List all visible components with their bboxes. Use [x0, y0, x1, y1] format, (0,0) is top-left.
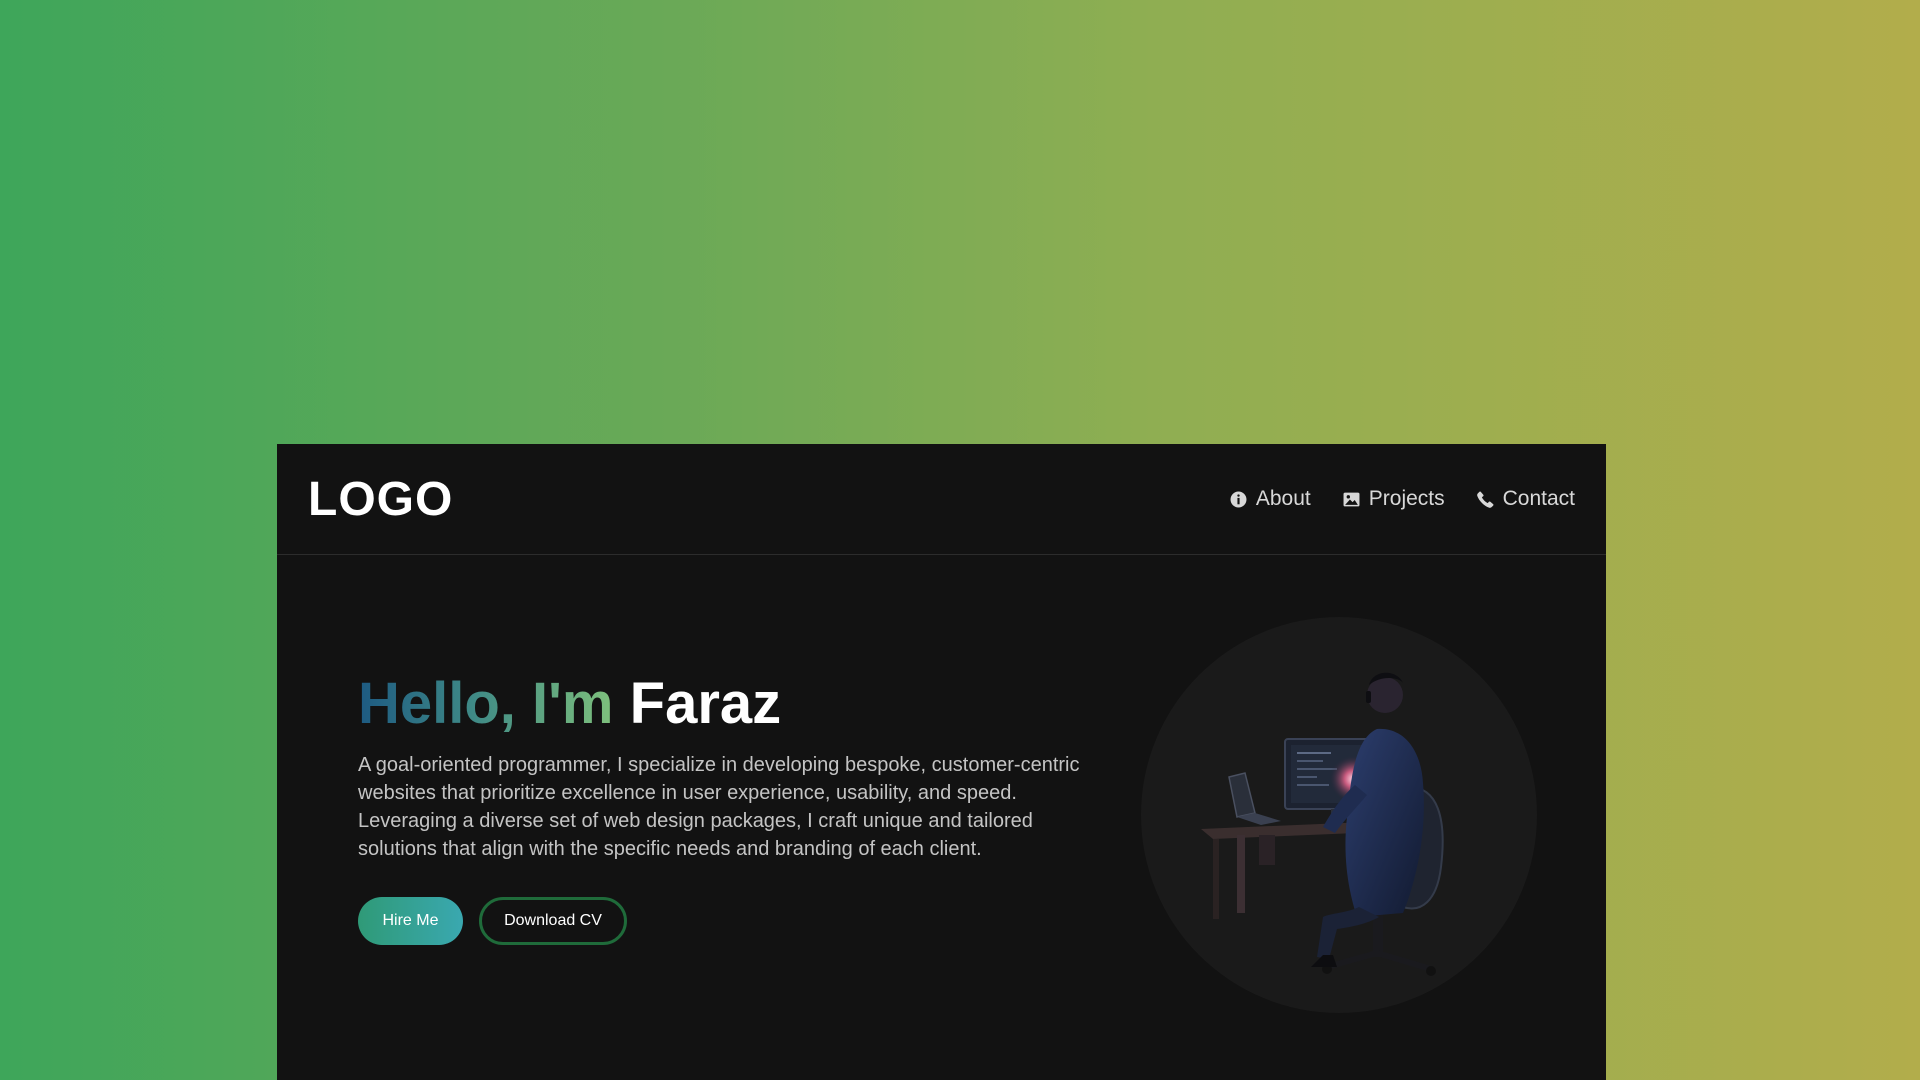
nav-item-about[interactable]: About — [1230, 487, 1311, 511]
hero-text: Hello, I'm Faraz A goal-oriented program… — [358, 675, 1118, 945]
nav-label-projects: Projects — [1368, 487, 1445, 510]
developer-at-desk-image — [1201, 672, 1444, 976]
hero-buttons: Hire Me Download CV — [358, 897, 1118, 945]
greeting-text: Hello, I'm — [358, 671, 614, 736]
image-icon — [1343, 490, 1361, 508]
logo[interactable]: LOGO — [308, 472, 453, 527]
hero-section: Hello, I'm Faraz A goal-oriented program… — [277, 555, 1606, 1080]
hero-headline: Hello, I'm Faraz — [358, 675, 1118, 733]
download-cv-button[interactable]: Download CV — [479, 897, 627, 945]
navbar: LOGO About Projects Contact — [277, 444, 1606, 555]
hire-me-button[interactable]: Hire Me — [358, 897, 463, 945]
nav-menu: About Projects Contact — [1230, 487, 1575, 511]
hero-description: A goal-oriented programmer, I specialize… — [358, 754, 1080, 860]
portfolio-window: LOGO About Projects Contact Hello, I'm F… — [277, 444, 1606, 1080]
nav-label-about: About — [1255, 487, 1311, 510]
nav-item-contact[interactable]: Contact — [1477, 487, 1575, 511]
nav-label-contact: Contact — [1502, 487, 1575, 510]
nav-item-projects[interactable]: Projects — [1343, 487, 1445, 511]
info-icon — [1230, 490, 1248, 508]
phone-icon — [1477, 490, 1495, 508]
hero-name: Faraz — [629, 671, 782, 736]
developer-illustration — [1141, 617, 1537, 1013]
